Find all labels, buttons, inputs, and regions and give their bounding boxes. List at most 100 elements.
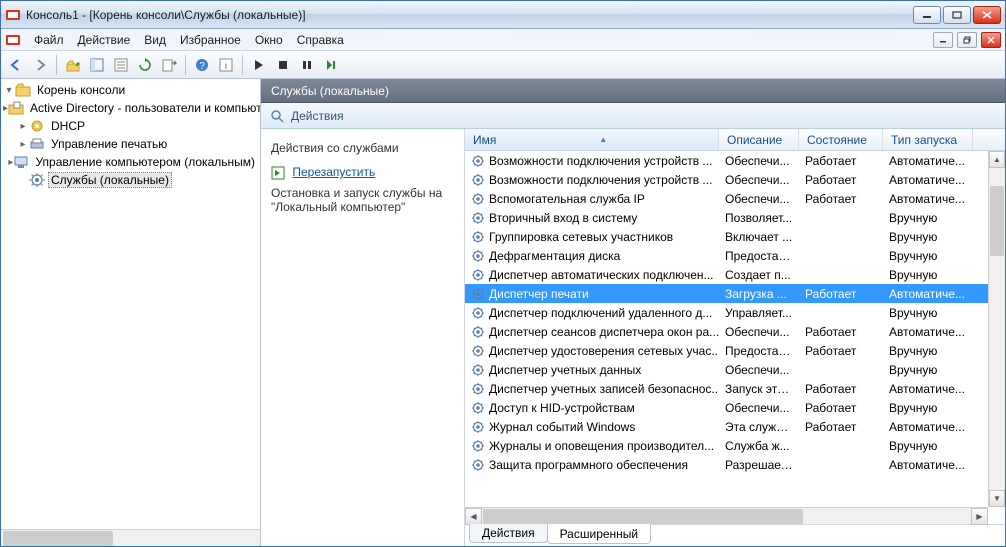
service-row[interactable]: Диспетчер автоматических подключен...Соз…	[465, 265, 988, 284]
service-row[interactable]: Защита программного обеспеченияРазрешает…	[465, 455, 988, 474]
help-button[interactable]: ?	[191, 54, 213, 76]
back-button[interactable]	[5, 54, 27, 76]
menu-help[interactable]: Справка	[291, 31, 350, 49]
service-start: Вручную	[883, 306, 973, 320]
service-row[interactable]: Диспетчер подключений удаленного д...Упр…	[465, 303, 988, 322]
service-start: Вручную	[883, 268, 973, 282]
svg-text:i: i	[225, 61, 227, 71]
stop-service-button[interactable]	[272, 54, 294, 76]
service-desc: Обеспечи...	[719, 192, 799, 206]
service-start: Автоматиче...	[883, 420, 973, 434]
pause-service-button[interactable]	[296, 54, 318, 76]
gear-icon	[471, 363, 485, 377]
start-service-button[interactable]	[248, 54, 270, 76]
tab-extended[interactable]: Расширенный	[547, 524, 652, 544]
menubar: Файл Действие Вид Избранное Окно Справка	[1, 29, 1005, 51]
col-name[interactable]: Имя▲	[465, 129, 719, 150]
scroll-up[interactable]: ▲	[989, 151, 1005, 168]
tab-actions[interactable]: Действия	[469, 524, 548, 543]
console-tree[interactable]: ▾ Корень консоли ▸Active Directory - пол…	[1, 79, 260, 529]
restart-link[interactable]: Перезапустить	[292, 165, 375, 179]
service-row[interactable]: Журнал событий WindowsЭта служб...Работа…	[465, 417, 988, 436]
service-name: Доступ к HID-устройствам	[489, 401, 635, 415]
expand-icon[interactable]: ▸	[17, 139, 29, 150]
service-row[interactable]: Диспетчер удостоверения сетевых учас...П…	[465, 341, 988, 360]
service-row[interactable]: Диспетчер учетных записей безопаснос...З…	[465, 379, 988, 398]
tree-item[interactable]: ▸Active Directory - пользователи и компь…	[3, 99, 258, 117]
expand-icon[interactable]: ▸	[17, 121, 29, 132]
refresh-button[interactable]	[134, 54, 156, 76]
close-button[interactable]	[973, 6, 1001, 24]
service-desc: Загрузка ...	[719, 287, 799, 301]
scroll-down[interactable]: ▼	[989, 490, 1005, 507]
properties-button[interactable]	[110, 54, 132, 76]
services-icon	[29, 172, 45, 188]
service-row[interactable]: Журналы и оповещения производител...Служ…	[465, 436, 988, 455]
svg-text:?: ?	[199, 61, 205, 72]
service-row[interactable]: Дефрагментация дискаПредостав...Вручную	[465, 246, 988, 265]
service-row[interactable]: Диспетчер сеансов диспетчера окон ра...О…	[465, 322, 988, 341]
scroll-right[interactable]: ▶	[971, 508, 988, 525]
service-start: Вручную	[883, 249, 973, 263]
menu-window[interactable]: Окно	[249, 31, 289, 49]
service-name: Вспомогательная служба IP	[489, 192, 645, 206]
forward-button[interactable]	[29, 54, 51, 76]
grid-body[interactable]: Возможности подключения устройств ...Обе…	[465, 151, 1005, 507]
collapse-icon[interactable]: ▾	[3, 85, 15, 96]
gear-icon	[471, 287, 485, 301]
col-state[interactable]: Состояние	[799, 129, 883, 150]
up-button[interactable]	[62, 54, 84, 76]
service-row[interactable]: Диспетчер печатиЗагрузка ...РаботаетАвто…	[465, 284, 988, 303]
grid-vscrollbar[interactable]: ▲ ▼	[988, 151, 1005, 507]
service-row[interactable]: Группировка сетевых участниковВключает .…	[465, 227, 988, 246]
service-start: Вручную	[883, 401, 973, 415]
scroll-thumb[interactable]	[3, 531, 113, 546]
service-row[interactable]: Возможности подключения устройств ...Обе…	[465, 151, 988, 170]
service-row[interactable]: Вторичный вход в системуПозволяет...Вруч…	[465, 208, 988, 227]
service-desc: Предостав...	[719, 344, 799, 358]
mdi-restore[interactable]	[957, 32, 977, 48]
tree-item-label: DHCP	[48, 118, 88, 134]
desc-text: Остановка и запуск службы на "Локальный …	[271, 186, 454, 214]
mdi-close[interactable]	[981, 32, 1001, 48]
service-desc: Разрешает...	[719, 458, 799, 472]
service-start: Вручную	[883, 363, 973, 377]
menu-action[interactable]: Действие	[72, 31, 137, 49]
menu-favorites[interactable]: Избранное	[174, 31, 247, 49]
service-name: Группировка сетевых участников	[489, 230, 673, 244]
scroll-thumb[interactable]	[483, 509, 803, 524]
maximize-button[interactable]	[943, 6, 971, 24]
tree-item[interactable]: Службы (локальные)	[3, 171, 258, 189]
menu-view[interactable]: Вид	[138, 31, 172, 49]
footer-tabs: Действия Расширенный	[465, 524, 1005, 546]
tree-item[interactable]: ▸Управление печатью	[3, 135, 258, 153]
service-state: Работает	[799, 401, 883, 415]
mdi-minimize[interactable]	[933, 32, 953, 48]
col-start[interactable]: Тип запуска	[883, 129, 973, 150]
service-row[interactable]: Доступ к HID-устройствамОбеспечи...Работ…	[465, 398, 988, 417]
dhcp-icon	[29, 118, 45, 134]
service-row[interactable]: Вспомогательная служба IPОбеспечи...Рабо…	[465, 189, 988, 208]
show-hide-tree-button[interactable]	[86, 54, 108, 76]
service-row[interactable]: Возможности подключения устройств ...Обе…	[465, 170, 988, 189]
tree-item[interactable]: ▸Управление компьютером (локальным)	[3, 153, 258, 171]
tree-item[interactable]: ▸ DHCP	[3, 117, 258, 135]
scroll-thumb[interactable]	[990, 186, 1004, 256]
export-button[interactable]	[158, 54, 180, 76]
menu-file[interactable]: Файл	[28, 31, 70, 49]
minimize-button[interactable]	[913, 6, 941, 24]
service-row[interactable]: Диспетчер учетных данныхОбеспечи...Вручн…	[465, 360, 988, 379]
scroll-left[interactable]: ◀	[465, 508, 482, 525]
about-button[interactable]: i	[215, 54, 237, 76]
restart-service-button[interactable]	[320, 54, 342, 76]
gear-icon	[471, 382, 485, 396]
grid-hscrollbar[interactable]: ◀ ▶	[465, 507, 988, 524]
tree-root[interactable]: ▾ Корень консоли	[3, 81, 258, 99]
service-state: Работает	[799, 154, 883, 168]
service-desc: Предостав...	[719, 249, 799, 263]
service-desc: Управляет...	[719, 306, 799, 320]
titlebar[interactable]: Консоль1 - [Корень консоли\Службы (локал…	[1, 1, 1005, 29]
actions-label: Действия	[291, 109, 344, 123]
tree-hscrollbar[interactable]	[1, 529, 260, 546]
col-desc[interactable]: Описание	[719, 129, 799, 150]
